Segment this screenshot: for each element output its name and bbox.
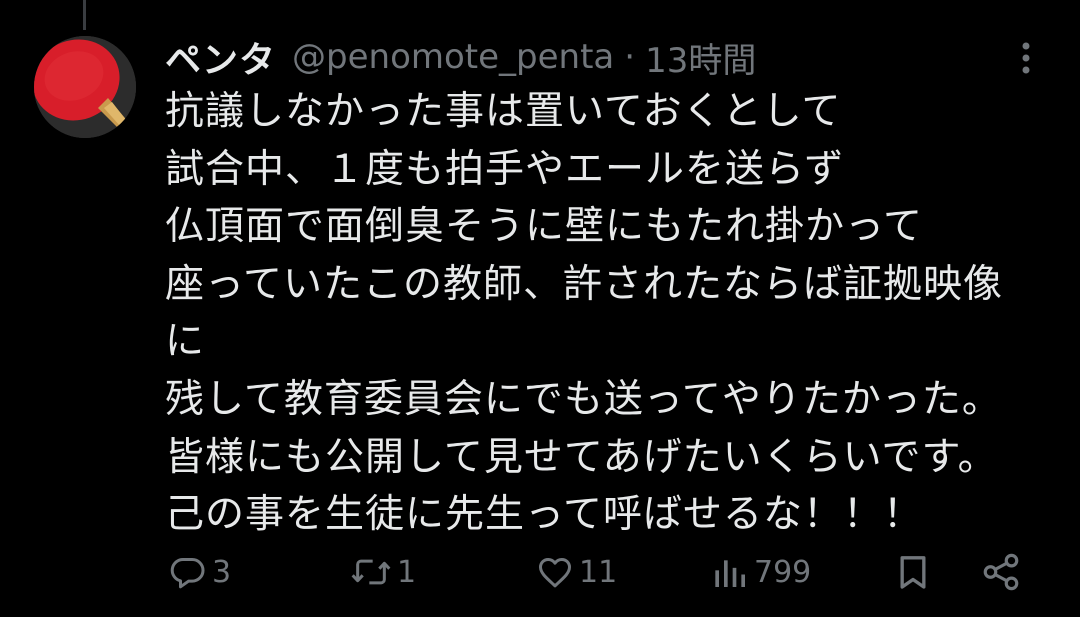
tweet-text-line: 試合中、１度も拍手やエールを送らず <box>165 146 845 192</box>
bookmark-button[interactable] <box>893 548 933 596</box>
views-button[interactable]: 799 <box>710 548 811 596</box>
retweet-count: 1 <box>397 554 417 590</box>
more-vertical-icon <box>1022 42 1030 74</box>
like-button[interactable]: 11 <box>535 548 617 596</box>
header-separator: · <box>624 37 636 77</box>
view-count: 799 <box>754 554 812 590</box>
heart-icon <box>535 552 575 592</box>
ping-pong-paddle-icon <box>34 36 136 138</box>
reply-icon <box>168 552 208 592</box>
reply-count: 3 <box>212 554 232 590</box>
retweet-icon <box>349 552 393 592</box>
tweet-text-line: 皆様にも公開して見せてあげたいくらいです。 <box>165 434 998 480</box>
thread-connector-line <box>83 0 86 30</box>
tweet-text-line: 残して教育委員会にでも送ってやりたかった。 <box>165 376 1002 422</box>
retweet-button[interactable]: 1 <box>349 548 416 596</box>
reply-button[interactable]: 3 <box>168 548 231 596</box>
more-options-button[interactable] <box>1008 38 1044 78</box>
views-icon <box>710 552 750 592</box>
share-icon <box>980 551 1022 593</box>
tweet-text-line: 抗議しなかった事は置いておくとして <box>165 89 842 134</box>
bookmark-icon <box>893 551 933 593</box>
share-button[interactable] <box>980 548 1022 596</box>
tweet-timestamp[interactable]: 13時間 <box>645 33 756 82</box>
avatar[interactable] <box>34 36 136 138</box>
tweet-text-line: 仏頂面で面倒臭そうに壁にもたれ掛かって <box>165 204 924 250</box>
tweet-text-line: 己の事を生徒に先生って呼ばせるな！！！ <box>165 492 924 538</box>
like-count: 11 <box>579 554 618 590</box>
display-name[interactable]: ペンタ <box>165 31 276 83</box>
tweet-body: 抗議しなかった事は置いておくとして 試合中、１度も拍手やエールを送らず 仏頂面で… <box>165 83 1065 544</box>
tweet-text-line: に <box>165 319 206 365</box>
tweet-action-bar: 3 1 11 799 <box>0 548 1080 596</box>
tweet-text-line: 座っていたこの教師、許されたならば証拠映像 <box>165 261 1004 307</box>
tweet-header: ペンタ @penomote_penta · 13時間 <box>165 33 756 81</box>
user-handle[interactable]: @penomote_penta <box>292 37 614 77</box>
